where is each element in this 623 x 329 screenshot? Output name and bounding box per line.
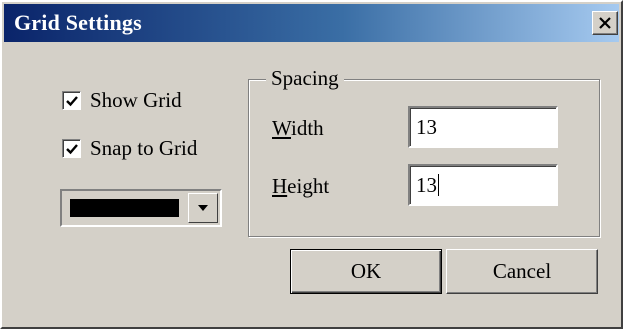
cancel-button[interactable]: Cancel bbox=[446, 249, 598, 294]
spacing-group-title: Spacing bbox=[266, 66, 344, 91]
ok-button[interactable]: OK bbox=[290, 249, 442, 294]
text-caret bbox=[438, 174, 439, 196]
grid-settings-dialog: Grid Settings Show Grid Snap to Grid Spa… bbox=[0, 0, 623, 329]
width-label: Width bbox=[272, 116, 324, 141]
height-label-rest: eight bbox=[287, 174, 330, 198]
height-input[interactable]: 13 bbox=[408, 164, 558, 206]
snap-to-grid-option[interactable]: Snap to Grid bbox=[62, 134, 197, 162]
dialog-title: Grid Settings bbox=[14, 10, 142, 35]
height-label: Height bbox=[272, 174, 329, 199]
triangle-down-icon bbox=[198, 205, 208, 211]
width-label-rest: idth bbox=[290, 116, 324, 140]
grid-color-picker[interactable] bbox=[60, 189, 222, 227]
height-value: 13 bbox=[416, 173, 437, 197]
height-accelerator: H bbox=[272, 174, 288, 198]
width-input[interactable]: 13 bbox=[408, 106, 558, 148]
spacing-groupbox bbox=[248, 79, 600, 237]
width-accelerator: W bbox=[272, 116, 291, 140]
snap-to-grid-label: Snap to Grid bbox=[90, 135, 198, 160]
close-button[interactable] bbox=[592, 11, 618, 35]
grid-color-swatch bbox=[70, 199, 179, 217]
show-grid-checkbox[interactable] bbox=[62, 90, 81, 110]
close-icon bbox=[599, 14, 611, 32]
snap-to-grid-checkbox[interactable] bbox=[62, 138, 81, 158]
checkmark-icon bbox=[66, 143, 78, 154]
show-grid-option[interactable]: Show Grid bbox=[62, 86, 182, 114]
color-dropdown-button[interactable] bbox=[188, 193, 218, 223]
checkmark-icon bbox=[66, 95, 78, 106]
title-bar[interactable]: Grid Settings bbox=[4, 4, 619, 42]
show-grid-label: Show Grid bbox=[90, 87, 182, 112]
width-value: 13 bbox=[416, 115, 437, 139]
